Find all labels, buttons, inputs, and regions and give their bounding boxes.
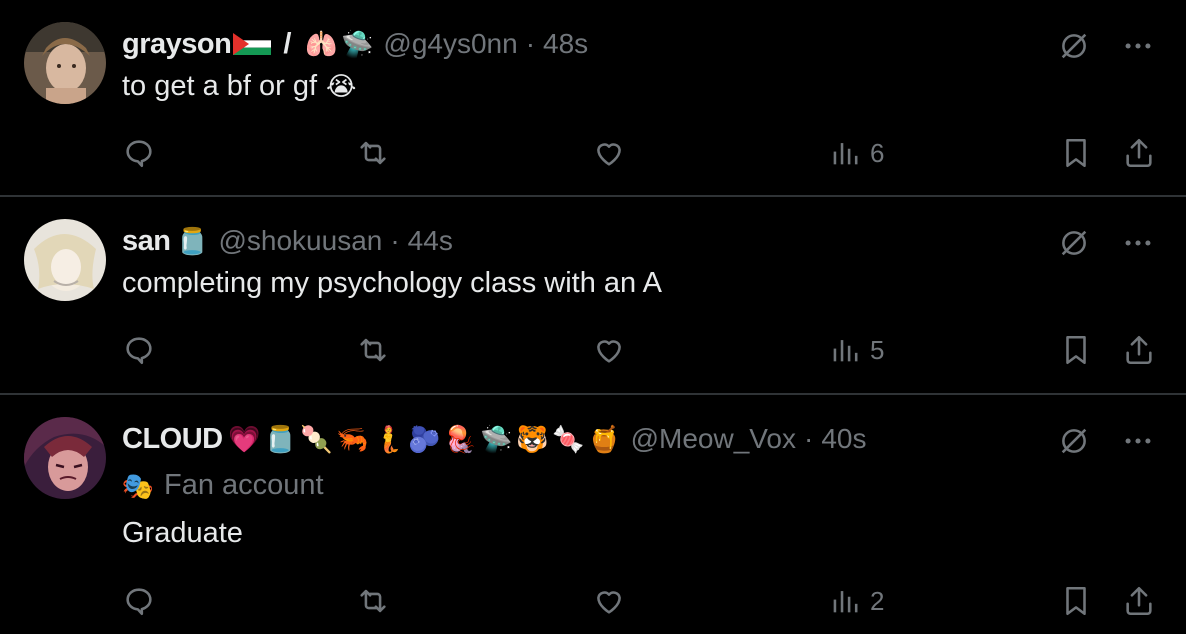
lungs-emoji-icon: 🫁 (305, 29, 338, 59)
like-icon[interactable] (592, 579, 626, 623)
timeline-feed: grayson / 🫁 🛸 @g4ys0nn · 48s to get a bf… (0, 0, 1186, 634)
loudly-crying-emoji-icon: 😭 (325, 71, 357, 101)
jellyfish-emoji-icon: 🪼 (444, 424, 477, 454)
timestamp[interactable]: 44s (408, 225, 453, 257)
display-name[interactable]: grayson (122, 28, 232, 61)
user-handle[interactable]: @Meow_Vox (631, 423, 796, 455)
jar-emoji-icon: 🫙 (176, 226, 209, 256)
separator-dot: · (525, 28, 536, 59)
tiger-face-emoji-icon: 🐯 (516, 424, 549, 454)
user-handle[interactable]: @shokuusan (218, 225, 382, 257)
honey-pot-emoji-icon: 🍯 (588, 424, 621, 454)
performing-arts-icon: 🎭 (121, 470, 155, 501)
name-emojis: 💗 🫙 🍡 🦐 🧜 🫐 🪼 🛸 🐯 🍬 🍯 (228, 423, 621, 455)
bookmark-icon[interactable] (1059, 579, 1093, 623)
tweet[interactable]: san 🫙 @shokuusan · 44s completing my psy… (0, 197, 1186, 395)
views-button[interactable]: 2 (828, 579, 884, 623)
blueberries-emoji-icon: 🫐 (408, 424, 441, 454)
more-options-icon[interactable] (1118, 26, 1158, 66)
tweet-actions: 6 (122, 131, 1158, 175)
reply-icon[interactable] (122, 131, 156, 175)
like-icon[interactable] (592, 328, 626, 372)
tweet-top-icons (1054, 223, 1158, 263)
dango-emoji-icon: 🍡 (300, 424, 333, 454)
heart-emoji-icon: 💗 (228, 424, 261, 454)
tweet-actions: 5 (122, 328, 1158, 372)
share-icon[interactable] (1122, 579, 1156, 623)
tweet[interactable]: CLOUD 💗 🫙 🍡 🦐 🧜 🫐 🪼 🛸 🐯 🍬 🍯 @Meow_Vox · … (0, 395, 1186, 634)
separator-dot: · (390, 225, 400, 256)
like-icon[interactable] (592, 131, 626, 175)
shrimp-emoji-icon: 🦐 (336, 424, 369, 454)
views-icon (833, 143, 858, 165)
share-icon[interactable] (1122, 131, 1156, 175)
views-count: 5 (870, 334, 885, 365)
more-options-icon[interactable] (1118, 421, 1158, 461)
name-separator: / (283, 27, 292, 60)
timestamp[interactable]: 48s (543, 28, 588, 60)
bookmark-icon[interactable] (1059, 328, 1093, 372)
grok-icon[interactable] (1054, 223, 1094, 263)
separator-dot: · (804, 423, 814, 454)
tweet-header: san 🫙 @shokuusan · 44s (122, 221, 1076, 261)
views-button[interactable]: 5 (828, 328, 884, 372)
tweet-header: CLOUD 💗 🫙 🍡 🦐 🧜 🫐 🪼 🛸 🐯 🍬 🍯 @Meow_Vox · … (122, 419, 1076, 459)
grok-icon[interactable] (1054, 421, 1094, 461)
reply-icon[interactable] (122, 579, 156, 623)
bookmark-icon[interactable] (1059, 131, 1093, 175)
tweet-text: Graduate (122, 517, 243, 549)
tweet[interactable]: grayson / 🫁 🛸 @g4ys0nn · 48s to get a bf… (0, 0, 1186, 197)
tweet-text-body: to get a bf or gf (122, 70, 318, 102)
name-emojis: 🫁 🛸 (305, 28, 373, 60)
views-icon (833, 591, 858, 613)
user-handle[interactable]: @g4ys0nn (383, 28, 517, 60)
display-name[interactable]: san (122, 225, 171, 258)
grok-icon[interactable] (1054, 26, 1094, 66)
share-icon[interactable] (1122, 328, 1156, 372)
tweet-header: grayson / 🫁 🛸 @g4ys0nn · 48s (122, 24, 1076, 64)
avatar[interactable] (24, 22, 106, 104)
tweet-actions: 2 (122, 579, 1158, 623)
views-button[interactable]: 6 (828, 131, 884, 175)
more-options-icon[interactable] (1118, 223, 1158, 263)
tweet-top-icons (1054, 421, 1158, 461)
palestine-flag-icon (233, 33, 272, 55)
tweet-text: to get a bf or gf 😭 (122, 70, 357, 103)
tweet-top-icons (1054, 26, 1158, 66)
ufo-emoji-icon: 🛸 (480, 424, 513, 454)
ufo-emoji-icon: 🛸 (341, 29, 374, 59)
candy-emoji-icon: 🍬 (552, 424, 585, 454)
retweet-icon[interactable] (356, 131, 390, 175)
views-count: 6 (870, 137, 885, 168)
account-label[interactable]: 🎭 Fan account (122, 469, 324, 502)
account-label-text: Fan account (164, 469, 324, 501)
name-emojis: 🫙 (176, 225, 208, 257)
views-count: 2 (870, 585, 885, 616)
merperson-emoji-icon: 🧜 (372, 424, 405, 454)
display-name[interactable]: CLOUD (122, 423, 223, 456)
retweet-icon[interactable] (356, 579, 390, 623)
jar-emoji-icon: 🫙 (264, 424, 297, 454)
views-icon (833, 340, 858, 362)
avatar[interactable] (24, 219, 106, 301)
avatar[interactable] (24, 417, 106, 499)
retweet-icon[interactable] (356, 328, 390, 372)
timestamp[interactable]: 40s (821, 423, 866, 455)
reply-icon[interactable] (122, 328, 156, 372)
tweet-text: completing my psychology class with an A (122, 267, 662, 299)
